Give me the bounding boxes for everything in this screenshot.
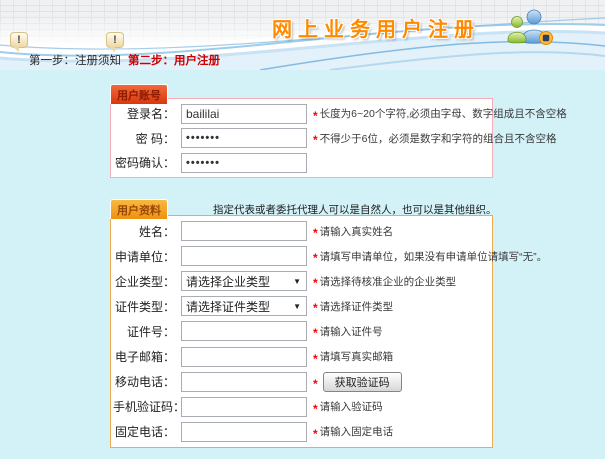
required-star-icon: *	[313, 402, 318, 416]
id-type-select[interactable]: 请选择证件类型 ▼	[181, 296, 307, 316]
required-star-icon: *	[313, 251, 318, 265]
apply-unit-input[interactable]	[181, 246, 307, 266]
id-type-hint-text: 请选择证件类型	[320, 299, 394, 314]
enterprise-type-row: 企业类型： 请选择企业类型 ▼ *请选择待核准企业的企业类型	[111, 271, 492, 291]
id-type-row: 证件类型：请选择证件类型▼*请选择证件类型	[111, 296, 492, 316]
login-name-input[interactable]	[181, 104, 307, 124]
required-star-icon: *	[313, 427, 318, 441]
real-name-hint: *请输入真实姓名	[313, 224, 393, 239]
password-label: 密 码：	[113, 130, 175, 147]
login-name-hint: *长度为6~20个字符,必须由字母、数字组成且不含空格	[313, 106, 567, 121]
password-row: 密 码：*不得少于6位，必须是数字和字符的组合且不含空格	[111, 128, 492, 148]
login-name-label: 登录名：	[113, 105, 175, 122]
step1-alert-icon: !	[10, 32, 28, 48]
id-number-hint-text: 请输入证件号	[320, 324, 383, 339]
real-name-row: 姓名： *请输入真实姓名	[111, 221, 492, 241]
required-star-icon: *	[313, 377, 318, 391]
password-confirm-label: 密码确认：	[113, 154, 175, 171]
tab-profile-section: 用户资料	[110, 199, 168, 219]
real-name-input[interactable]	[181, 221, 307, 241]
sms-code-row: 手机验证码： *请输入验证码	[111, 397, 492, 417]
id-type-label: 证件类型：	[113, 298, 175, 315]
required-star-icon: *	[313, 226, 318, 240]
landline-phone-row: 固定电话： *请输入固定电话	[111, 422, 492, 442]
real-name-label: 姓名：	[113, 223, 175, 240]
email-hint: *请填写真实邮箱	[313, 349, 393, 364]
mobile-phone-label: 移动电话：	[113, 373, 175, 390]
enterprise-type-label: 企业类型：	[113, 273, 175, 290]
account-section-box: 登录名：*长度为6~20个字符,必须由字母、数字组成且不含空格密 码：*不得少于…	[110, 98, 493, 178]
login-name-hint-text: 长度为6~20个字符,必须由字母、数字组成且不含空格	[320, 106, 567, 121]
required-star-icon: *	[313, 133, 318, 147]
id-type-hint: *请选择证件类型	[313, 299, 393, 314]
id-number-input[interactable]	[181, 321, 307, 341]
id-number-row: 证件号： *请输入证件号	[111, 321, 492, 341]
header-banner: 网上业务用户注册 ! ! 第一步：注册须知 第二步：用户注册	[0, 0, 605, 70]
apply-unit-row: 申请单位：*请填写申请单位，如果没有申请单位请填写“无”。	[111, 246, 492, 266]
mobile-phone-get-code-button[interactable]: 获取验证码	[323, 372, 402, 392]
password-hint: *不得少于6位，必须是数字和字符的组合且不含空格	[313, 131, 557, 146]
password-hint-text: 不得少于6位，必须是数字和字符的组合且不含空格	[320, 131, 557, 146]
required-star-icon: *	[313, 352, 318, 366]
required-star-icon: *	[313, 109, 318, 123]
step-1-link[interactable]: 第一步：注册须知	[29, 52, 121, 68]
login-name-row: 登录名：*长度为6~20个字符,必须由字母、数字组成且不含空格	[111, 104, 492, 124]
required-star-icon: *	[313, 276, 318, 290]
id-number-hint: *请输入证件号	[313, 324, 383, 339]
enterprise-type-hint: *请选择待核准企业的企业类型	[313, 274, 456, 289]
password-input[interactable]	[181, 128, 307, 148]
enterprise-type-selected-value: 请选择企业类型	[186, 273, 270, 290]
mobile-phone-row: 移动电话： * 获取验证码	[111, 372, 492, 392]
chevron-down-icon: ▼	[293, 302, 301, 311]
apply-unit-hint-text: 请填写申请单位，如果没有申请单位请填写“无”。	[320, 249, 548, 264]
id-number-label: 证件号：	[113, 323, 175, 340]
apply-unit-label: 申请单位：	[113, 248, 175, 265]
chevron-down-icon: ▼	[293, 277, 301, 286]
step2-alert-icon: !	[106, 32, 124, 48]
landline-phone-input[interactable]	[181, 422, 307, 442]
mobile-phone-hint: * 获取验证码	[313, 372, 402, 392]
required-star-icon: *	[313, 326, 318, 340]
tab-account-section: 用户账号	[110, 84, 168, 104]
mobile-phone-input[interactable]	[181, 372, 307, 392]
step-2-current[interactable]: 第二步：用户注册	[128, 52, 220, 68]
apply-unit-hint: *请填写申请单位，如果没有申请单位请填写“无”。	[313, 249, 547, 264]
sms-code-hint: *请输入验证码	[313, 399, 383, 414]
landline-phone-hint: *请输入固定电话	[313, 424, 393, 439]
registration-page: 网上业务用户注册 ! ! 第一步：注册须知 第二步：用户注册 用户账号 登录名：…	[0, 0, 605, 459]
page-title: 网上业务用户注册	[272, 13, 480, 42]
email-input[interactable]	[181, 347, 307, 367]
sms-code-label: 手机验证码：	[113, 398, 175, 415]
landline-phone-hint-text: 请输入固定电话	[320, 424, 394, 439]
id-type-selected-value: 请选择证件类型	[186, 298, 270, 315]
required-star-icon: *	[313, 301, 318, 315]
password-confirm-row: 密码确认：	[111, 153, 492, 173]
landline-phone-label: 固定电话：	[113, 423, 175, 440]
profile-section-box: 姓名：*请输入真实姓名申请单位：*请填写申请单位，如果没有申请单位请填写“无”。…	[110, 215, 493, 448]
email-label: 电子邮箱：	[113, 348, 175, 365]
sms-code-input[interactable]	[181, 397, 307, 417]
email-hint-text: 请填写真实邮箱	[320, 349, 394, 364]
email-row: 电子邮箱： *请填写真实邮箱	[111, 347, 492, 367]
password-confirm-input[interactable]	[181, 153, 307, 173]
enterprise-type-hint-text: 请选择待核准企业的企业类型	[320, 274, 457, 289]
users-icon	[506, 8, 556, 48]
sms-code-hint-text: 请输入验证码	[320, 399, 383, 414]
enterprise-type-select[interactable]: 请选择企业类型 ▼	[181, 271, 307, 291]
real-name-hint-text: 请输入真实姓名	[320, 224, 394, 239]
